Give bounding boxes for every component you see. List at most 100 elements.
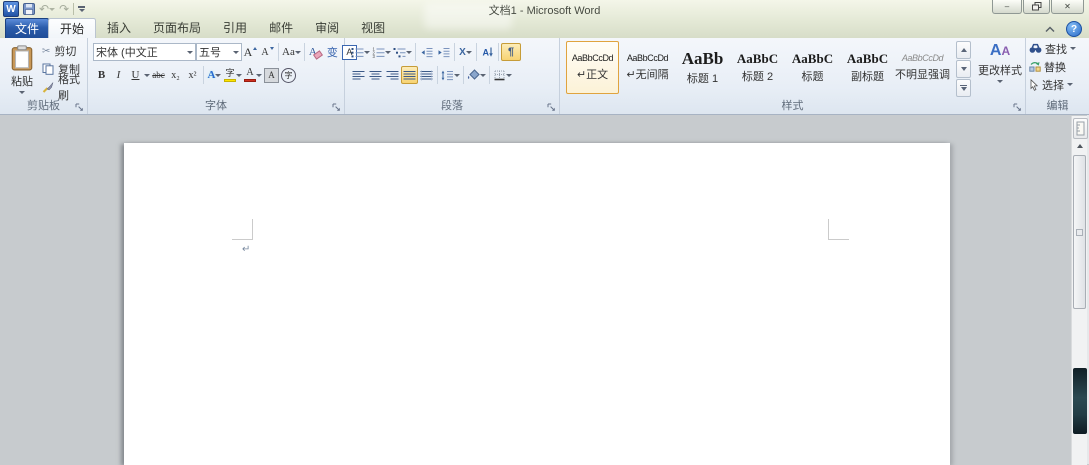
- document-page[interactable]: ↵: [124, 143, 950, 465]
- justify-button[interactable]: [401, 66, 418, 84]
- distribute-button[interactable]: [418, 66, 435, 84]
- text-effects-arrow[interactable]: [215, 74, 221, 77]
- styles-dialog-launcher[interactable]: [1012, 102, 1022, 112]
- bullets-arrow[interactable]: [364, 51, 370, 54]
- strikethrough-button[interactable]: abc: [150, 66, 167, 84]
- numbering-arrow[interactable]: [385, 51, 391, 54]
- paragraph-dialog-launcher[interactable]: [546, 102, 556, 112]
- clipboard-dialog-launcher[interactable]: [74, 102, 84, 112]
- bold-button[interactable]: B: [93, 66, 110, 84]
- increase-indent-button[interactable]: [435, 43, 452, 61]
- tab-file[interactable]: 文件: [5, 18, 49, 38]
- asian-layout-button[interactable]: X: [457, 43, 474, 61]
- font-dialog-launcher[interactable]: [331, 102, 341, 112]
- style-sample: AaBbCcDd: [627, 54, 668, 63]
- find-button[interactable]: 查找: [1029, 41, 1089, 56]
- align-left-button[interactable]: [350, 66, 367, 84]
- underline-button[interactable]: U: [127, 66, 144, 84]
- line-spacing-arrow[interactable]: [454, 74, 460, 77]
- scroll-up-button[interactable]: [1073, 139, 1086, 153]
- bullets-button[interactable]: [350, 43, 371, 61]
- format-painter-button[interactable]: 格式刷: [42, 80, 87, 94]
- minimize-button[interactable]: –: [992, 0, 1022, 14]
- help-button[interactable]: ?: [1066, 21, 1082, 37]
- styles-gallery: AaBbCcDd ↵正文 AaBbCcDd ↵无间隔 AaBb 标题 1 AaB…: [566, 41, 949, 94]
- shading-button[interactable]: [466, 66, 487, 84]
- style-card-subtitle[interactable]: AaBbC 副标题: [841, 41, 894, 94]
- superscript-button[interactable]: x²: [184, 66, 201, 84]
- style-card-normal[interactable]: AaBbCcDd ↵正文: [566, 41, 619, 94]
- asian-layout-arrow[interactable]: [466, 51, 472, 54]
- style-label: 标题 2: [742, 68, 773, 84]
- change-styles-arrow[interactable]: [997, 80, 1003, 83]
- tab-mailings[interactable]: 邮件: [258, 18, 304, 37]
- multilevel-arrow[interactable]: [406, 51, 412, 54]
- grow-font-button[interactable]: A: [242, 43, 259, 61]
- style-card-heading1[interactable]: AaBb 标题 1: [676, 41, 729, 94]
- tab-references[interactable]: 引用: [212, 18, 258, 37]
- style-card-heading2[interactable]: AaBbC 标题 2: [731, 41, 784, 94]
- title-bar[interactable]: W ↶ ↷ 文档1 - Microsoft Word – ✕: [0, 0, 1089, 18]
- tab-insert[interactable]: 插入: [96, 18, 142, 37]
- tab-home[interactable]: 开始: [48, 18, 96, 38]
- tab-view[interactable]: 视图: [350, 18, 396, 37]
- cut-icon: ✂: [42, 46, 50, 57]
- font-name-combo[interactable]: 宋体 (中文正: [93, 43, 196, 61]
- italic-button[interactable]: I: [110, 66, 127, 84]
- collapse-ribbon-button[interactable]: [1042, 23, 1058, 36]
- clear-formatting-button[interactable]: A: [307, 43, 324, 61]
- borders-arrow[interactable]: [506, 74, 512, 77]
- cut-button[interactable]: ✂剪切: [42, 44, 87, 58]
- restore-button[interactable]: [1023, 0, 1050, 14]
- triangle-up-icon: [1077, 144, 1083, 148]
- show-hide-marks-button[interactable]: ¶: [501, 43, 521, 61]
- enclose-characters-button[interactable]: 字: [280, 66, 297, 84]
- subscript-button[interactable]: x₂: [167, 66, 184, 84]
- phonetic-guide-button[interactable]: 变: [324, 43, 341, 61]
- scrollbar-thumb[interactable]: [1073, 155, 1086, 309]
- sort-icon: A: [482, 46, 494, 58]
- select-button[interactable]: 选择: [1029, 77, 1089, 92]
- multilevel-list-button[interactable]: [392, 43, 413, 61]
- tab-page-layout[interactable]: 页面布局: [142, 18, 212, 37]
- gallery-more-button[interactable]: [956, 79, 971, 97]
- character-shading-button[interactable]: A: [263, 66, 280, 84]
- style-card-title[interactable]: AaBbC 标题: [786, 41, 839, 94]
- find-arrow[interactable]: [1070, 47, 1076, 50]
- numbering-button[interactable]: 123: [371, 43, 392, 61]
- select-arrow[interactable]: [1067, 83, 1073, 86]
- tab-review[interactable]: 审阅: [304, 18, 350, 37]
- font-size-combo[interactable]: 五号: [196, 43, 242, 61]
- line-spacing-button[interactable]: [440, 66, 461, 84]
- replace-button[interactable]: 替换: [1029, 59, 1089, 74]
- text-highlight-arrow[interactable]: [236, 74, 242, 77]
- decrease-indent-button[interactable]: [418, 43, 435, 61]
- shrink-font-button[interactable]: A: [259, 43, 276, 61]
- vertical-scrollbar[interactable]: [1071, 116, 1087, 465]
- text-effects-button[interactable]: A: [206, 66, 223, 84]
- shading-arrow[interactable]: [480, 74, 486, 77]
- align-center-button[interactable]: [367, 66, 384, 84]
- style-card-subtle-emphasis[interactable]: AaBbCcDd 不明显强调: [896, 41, 949, 94]
- gallery-scroll-down-button[interactable]: [956, 60, 971, 78]
- font-size-dropdown-arrow[interactable]: [233, 51, 239, 54]
- font-color-arrow[interactable]: [256, 74, 262, 77]
- close-button[interactable]: ✕: [1051, 0, 1084, 14]
- font-color-button[interactable]: A: [243, 66, 263, 84]
- align-right-button[interactable]: [384, 66, 401, 84]
- ruler-toggle-button[interactable]: [1073, 118, 1088, 139]
- gallery-scroll-up-button[interactable]: [956, 41, 971, 59]
- sort-button[interactable]: A: [479, 43, 496, 61]
- select-cursor-icon: [1029, 79, 1039, 91]
- style-card-no-spacing[interactable]: AaBbCcDd ↵无间隔: [621, 41, 674, 94]
- style-sample: AaBbCcDd: [572, 54, 613, 63]
- shrink-font-icon: A: [261, 47, 268, 58]
- change-styles-button[interactable]: AA 更改样式: [977, 42, 1023, 83]
- change-case-arrow[interactable]: [295, 51, 301, 54]
- borders-button[interactable]: [492, 66, 513, 84]
- text-highlight-button[interactable]: 字: [223, 66, 243, 84]
- paste-dropdown-arrow[interactable]: [19, 91, 25, 94]
- text-boundary-mark-left: [232, 219, 253, 240]
- font-name-dropdown-arrow[interactable]: [187, 51, 193, 54]
- change-case-button[interactable]: Aa: [281, 43, 302, 61]
